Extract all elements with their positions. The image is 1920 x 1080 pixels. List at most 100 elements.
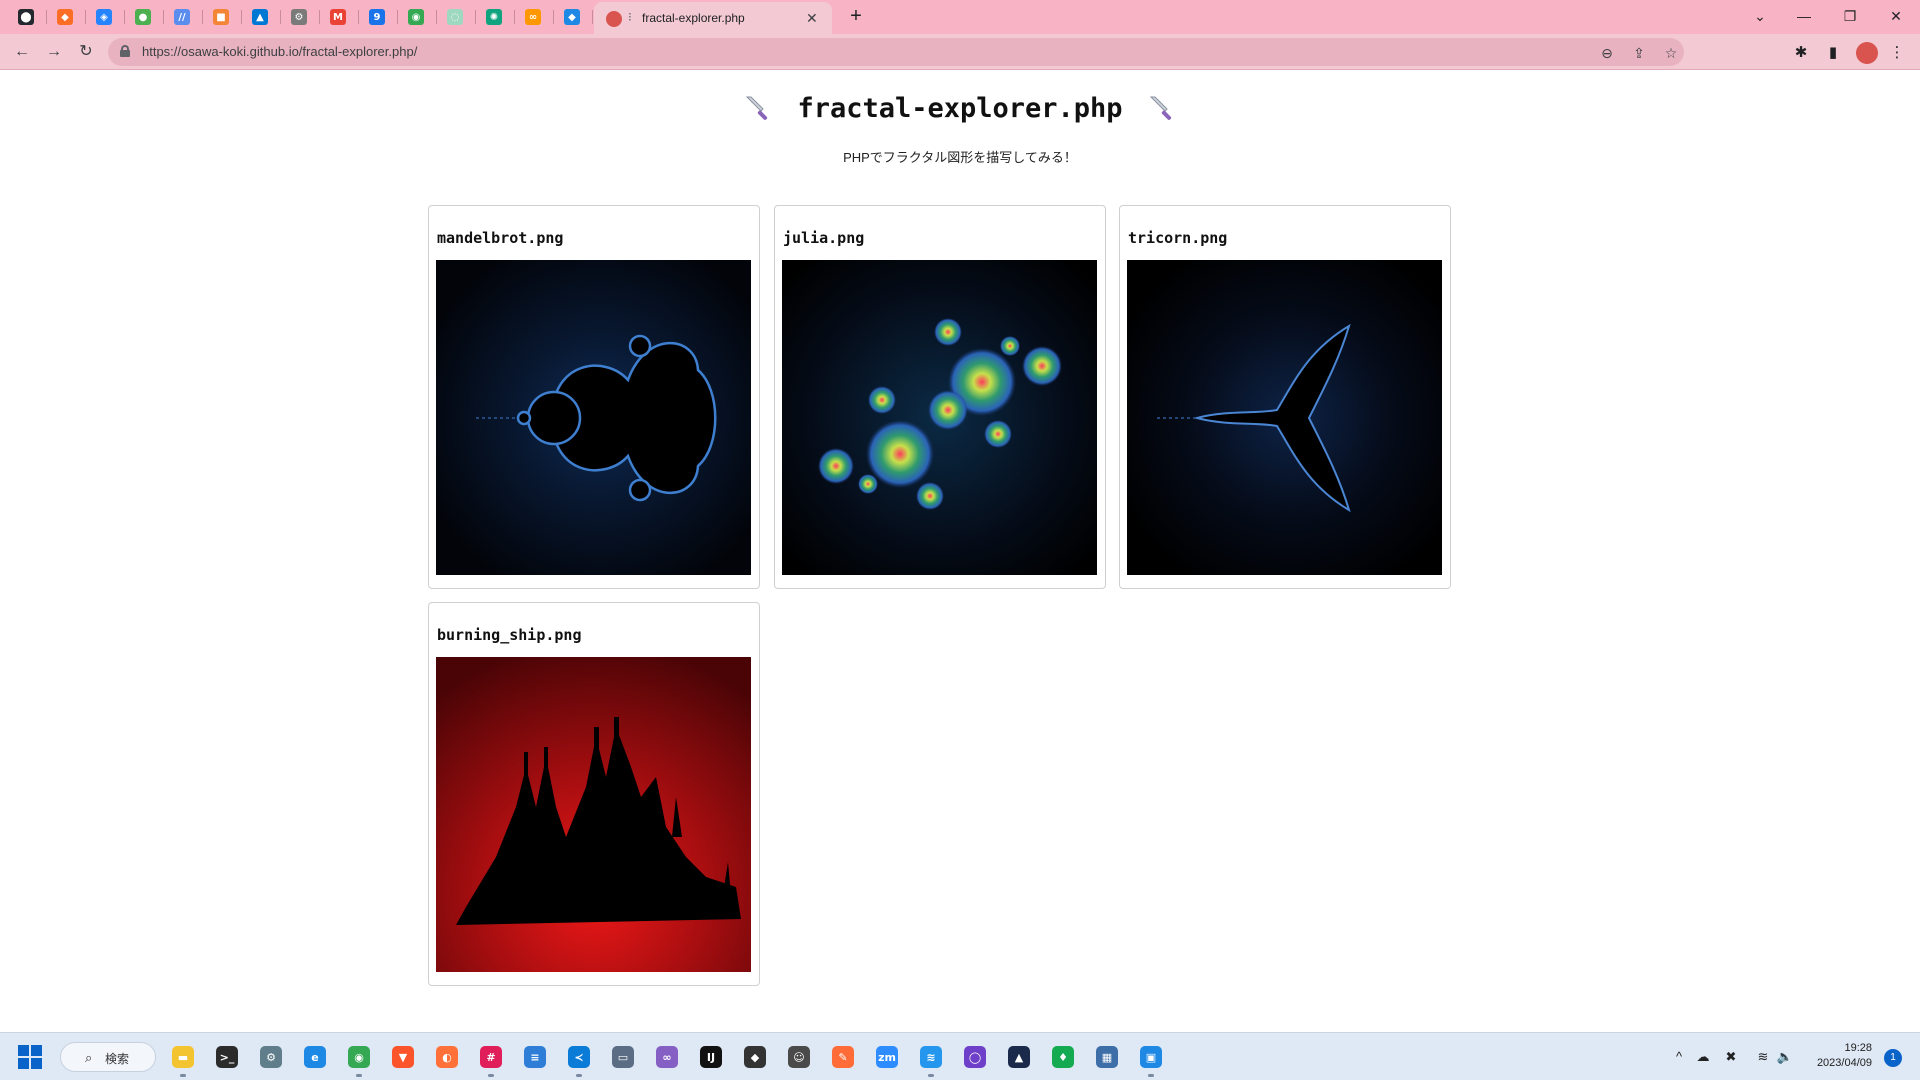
firefox-icon: ◐ xyxy=(436,1046,458,1068)
docker-icon: ≋ xyxy=(920,1046,942,1068)
page-title: fractal-explorer.php xyxy=(797,93,1123,124)
bookmark-star-icon[interactable]: ☆ xyxy=(1662,44,1680,62)
search-icon: ⌕ xyxy=(85,1050,93,1065)
taskbar-app[interactable]: ▭ xyxy=(608,1042,638,1072)
close-window-button[interactable]: ✕ xyxy=(1876,4,1916,28)
app-diamond-icon: ◆ xyxy=(564,9,580,25)
pinned-tab[interactable]: // xyxy=(168,5,196,29)
taskbar-app[interactable]: e xyxy=(300,1042,330,1072)
taskbar-app[interactable]: ≺ xyxy=(564,1042,594,1077)
github-desktop-icon: ◯ xyxy=(964,1046,986,1068)
reload-button[interactable]: ↻ xyxy=(74,40,98,64)
search-label: 検索 xyxy=(105,1052,130,1066)
running-indicator xyxy=(576,1074,582,1077)
page-content: fractal-explorer.php PHPでフラクタル図形を描写してみる！… xyxy=(0,71,1920,1032)
fractal-card-tricorn: tricorn.png xyxy=(1119,205,1451,589)
aws-icon: ■ xyxy=(213,9,229,25)
pinned-tab[interactable]: ∞ xyxy=(519,5,547,29)
taskbar-app[interactable]: ✎ xyxy=(828,1042,858,1072)
taskbar-app[interactable]: ⚙ xyxy=(256,1042,286,1072)
pinned-tab[interactable]: ◆ xyxy=(51,5,79,29)
taskbar-app[interactable]: ≡ xyxy=(520,1042,550,1072)
taskbar-app[interactable]: ◆ xyxy=(740,1042,770,1072)
app-mint-icon: ◌ xyxy=(447,9,463,25)
tab-separator xyxy=(358,10,359,24)
burning-ship-image xyxy=(436,657,751,972)
taskbar-app[interactable]: ▼ xyxy=(388,1042,418,1072)
taskbar-app[interactable]: ▦ xyxy=(1092,1042,1122,1072)
extensions-icon[interactable]: ✱ xyxy=(1790,42,1812,64)
taskbar-app[interactable]: ▲ xyxy=(1004,1042,1034,1072)
tray-overflow-icon[interactable]: ^ xyxy=(1670,1048,1688,1066)
side-panel-icon[interactable]: ▮ xyxy=(1822,42,1844,64)
lock-icon[interactable] xyxy=(120,45,130,57)
pinned-tab[interactable]: ◉ xyxy=(402,5,430,29)
card-title: julia.png xyxy=(783,229,865,247)
pinned-tab[interactable]: ◈ xyxy=(90,5,118,29)
tab-separator xyxy=(436,10,437,24)
taskbar-app[interactable]: zm xyxy=(872,1042,902,1072)
forward-button[interactable]: → xyxy=(42,40,66,64)
tab-separator xyxy=(397,10,398,24)
back-button[interactable]: ← xyxy=(10,40,34,64)
pinned-tab[interactable]: ■ xyxy=(207,5,235,29)
restore-button[interactable]: ❐ xyxy=(1830,4,1870,28)
fractal-card-julia: julia.png xyxy=(774,205,1106,589)
app-orange-icon: ∞ xyxy=(525,9,541,25)
pinned-tab[interactable]: ◌ xyxy=(441,5,469,29)
taskbar-app[interactable]: ∞ xyxy=(652,1042,682,1072)
app-green-icon: ● xyxy=(135,9,151,25)
tab-search-button[interactable]: ⌄ xyxy=(1740,4,1780,28)
new-tab-button[interactable]: + xyxy=(844,5,868,29)
julia-image xyxy=(782,260,1097,575)
taskbar-app[interactable]: ▣ xyxy=(1136,1042,1166,1077)
pinned-tab[interactable]: ◆ xyxy=(558,5,586,29)
favicon-icon xyxy=(606,11,622,27)
card-title: tricorn.png xyxy=(1128,229,1228,247)
address-bar[interactable]: https://osawa-koki.github.io/fractal-exp… xyxy=(108,38,1684,66)
card-title: mandelbrot.png xyxy=(437,229,564,247)
tray-app-icon[interactable]: ✖ xyxy=(1722,1048,1740,1066)
taskbar-search[interactable]: ⌕ 検索 xyxy=(60,1042,156,1072)
share-icon[interactable]: ⇪ xyxy=(1630,44,1648,62)
pinned-tab[interactable]: ✺ xyxy=(480,5,508,29)
tab-separator xyxy=(241,10,242,24)
wifi-icon[interactable]: ≋ xyxy=(1754,1048,1772,1066)
taskbar-app[interactable]: ♦ xyxy=(1048,1042,1078,1072)
taskbar-app[interactable]: ▬ xyxy=(168,1042,198,1077)
pinned-tab[interactable]: M xyxy=(324,5,352,29)
windows-taskbar: ⌕ 検索 ▬ >_ ⚙ e ◉ ▼ ◐ # ≡ ≺ ▭ ∞ IJ ◆ ☺ ✎ zm ≋ ◯ ▲ ♦ ▦ ▣ ^ ☁ ✖ ≋ … xyxy=(0,1032,1920,1080)
taskbar-app[interactable]: ☺ xyxy=(784,1042,814,1072)
taskbar-app[interactable]: ◐ xyxy=(432,1042,462,1072)
taskbar-app[interactable]: ◯ xyxy=(960,1042,990,1072)
minimize-button[interactable]: — xyxy=(1784,4,1824,28)
taskbar-app[interactable]: >_ xyxy=(212,1042,242,1072)
volume-icon[interactable]: 🔈 xyxy=(1776,1048,1794,1066)
chrome-icon: ◉ xyxy=(348,1046,370,1068)
inkscape-icon: ◆ xyxy=(744,1046,766,1068)
pinned-tab[interactable]: ⚙ xyxy=(285,5,313,29)
tab-close-icon[interactable]: ✕ xyxy=(806,10,818,27)
tab-menu-icon[interactable]: ⁝ xyxy=(628,10,632,24)
pinned-tab[interactable]: 9 xyxy=(363,5,391,29)
knife-icon xyxy=(746,96,768,120)
taskbar-app[interactable]: IJ xyxy=(696,1042,726,1072)
taskbar-app[interactable]: ≋ xyxy=(916,1042,946,1077)
pinned-tab[interactable]: ● xyxy=(129,5,157,29)
taskbar-app[interactable]: # xyxy=(476,1042,506,1077)
postman-icon: ✎ xyxy=(832,1046,854,1068)
pinned-tab[interactable]: ⬤ xyxy=(12,5,40,29)
taskbar-app[interactable]: ◉ xyxy=(344,1042,374,1077)
calendar-icon: 9 xyxy=(369,9,385,25)
profile-avatar[interactable] xyxy=(1856,42,1878,64)
clock[interactable]: 19:28 2023/04/09 xyxy=(1800,1041,1872,1071)
pinned-tab[interactable]: ▲ xyxy=(246,5,274,29)
tab-separator xyxy=(475,10,476,24)
notification-badge[interactable]: 1 xyxy=(1884,1049,1902,1067)
browser-menu-icon[interactable]: ⋮ xyxy=(1886,42,1908,64)
zoom-icon[interactable]: ⊖ xyxy=(1598,44,1616,62)
tab-fractal-explorer[interactable]: ⁝ fractal-explorer.php ✕ xyxy=(594,2,832,34)
url-text[interactable]: https://osawa-koki.github.io/fractal-exp… xyxy=(142,44,417,59)
onedrive-icon[interactable]: ☁ xyxy=(1694,1048,1712,1066)
start-button[interactable] xyxy=(18,1045,42,1069)
